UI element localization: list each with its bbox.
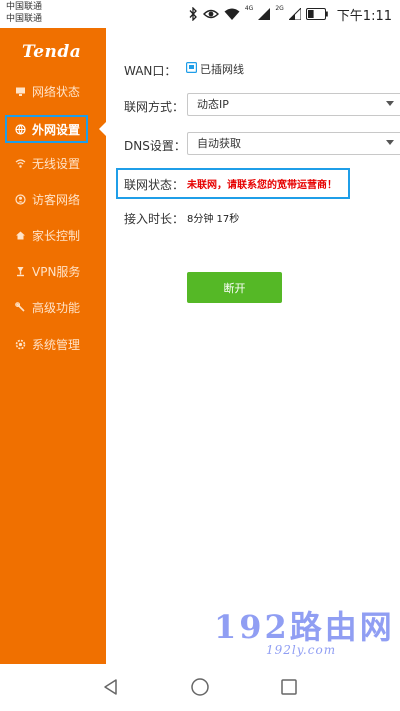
active-item-highlight — [5, 115, 88, 143]
watermark-url: 192ly.com — [266, 643, 337, 657]
signal-icon-1 — [258, 6, 271, 22]
clock: 下午1:11 — [336, 8, 392, 24]
uptime-value: 8分钟 17秒 — [187, 214, 240, 225]
signal-icon-2 — [288, 6, 301, 22]
sidebar: Tenda 网络状态 外网设置 无线设置 访客网络 家长控制 VPN服务 高级功… — [0, 28, 106, 664]
monitor-icon — [15, 86, 26, 97]
dns-value: 自动获取 — [197, 137, 241, 150]
connection-type-label: 联网方式： — [124, 100, 185, 114]
active-item-arrow — [99, 122, 106, 136]
recents-button[interactable] — [278, 676, 300, 698]
battery-icon — [305, 6, 328, 22]
tenda-logo: Tenda — [22, 42, 82, 62]
network-type-2: 2G — [275, 5, 284, 12]
main-content: WAN口： 已插网线 联网方式： 动态IP DNS设置： 自动获取 联网状态： … — [106, 28, 400, 664]
connection-status-message: 未联网，请联系您的宽带运营商！ — [187, 180, 337, 191]
home-icon — [15, 230, 26, 241]
sidebar-item-guest-network[interactable]: 访客网络 — [0, 185, 106, 213]
sidebar-item-network-status[interactable]: 网络状态 — [0, 77, 106, 105]
wifi-signal-icon — [224, 6, 240, 22]
chevron-down-icon — [386, 101, 394, 106]
port-plugged-icon — [186, 62, 198, 76]
wrench-icon — [15, 301, 26, 313]
sidebar-item-system-management[interactable]: 系统管理 — [0, 330, 106, 358]
sidebar-item-advanced[interactable]: 高级功能 — [0, 293, 106, 321]
wifi-icon — [15, 158, 26, 169]
bluetooth-icon — [188, 6, 198, 22]
sidebar-item-label: VPN服务 — [32, 264, 81, 279]
sidebar-item-label: 访客网络 — [32, 192, 81, 207]
sidebar-item-label: 系统管理 — [32, 337, 81, 352]
watermark: 192路由网 — [214, 608, 395, 646]
guest-icon — [15, 193, 26, 205]
sidebar-item-label: 网络状态 — [32, 84, 81, 99]
sidebar-item-label: 家长控制 — [32, 228, 81, 243]
wan-status-text: 已插网线 — [200, 63, 244, 76]
status-icons: 4G 2G 下午1:11 — [188, 5, 392, 24]
chevron-down-icon — [386, 140, 394, 145]
network-type-1: 4G — [244, 5, 254, 12]
gear-icon — [15, 339, 26, 350]
sidebar-item-vpn[interactable]: VPN服务 — [0, 257, 106, 285]
recents-square-icon — [281, 679, 297, 695]
sidebar-item-label: 高级功能 — [32, 300, 81, 315]
dns-label: DNS设置： — [124, 139, 186, 153]
app-root: 中国联通 中国联通 4G 2G 下午1:11 Tenda 网络状态 外网设置 无… — [0, 0, 400, 711]
sidebar-item-parental-control[interactable]: 家长控制 — [0, 221, 106, 249]
dns-select[interactable]: 自动获取 — [187, 132, 400, 155]
status-bar: 中国联通 中国联通 4G 2G 下午1:11 — [0, 0, 400, 28]
sidebar-item-label: 无线设置 — [32, 156, 81, 171]
vpn-icon — [15, 266, 26, 277]
uptime-label: 接入时长： — [124, 212, 185, 226]
wan-label: WAN口： — [124, 64, 177, 78]
carrier-2: 中国联通 — [6, 14, 43, 24]
carrier-1: 中国联通 — [6, 2, 43, 12]
disconnect-button[interactable]: 断开 — [187, 272, 282, 303]
connection-type-select[interactable]: 动态IP — [187, 93, 400, 116]
home-button[interactable] — [189, 676, 211, 698]
android-nav-bar — [0, 664, 400, 711]
eye-icon — [202, 6, 219, 22]
back-button[interactable] — [100, 676, 122, 698]
sidebar-item-wireless[interactable]: 无线设置 — [0, 149, 106, 177]
wan-status: 已插网线 — [186, 61, 244, 77]
connection-status-label: 联网状态： — [124, 178, 185, 192]
connection-type-value: 动态IP — [197, 98, 229, 111]
back-triangle-icon — [104, 679, 117, 695]
home-circle-icon — [191, 678, 209, 696]
